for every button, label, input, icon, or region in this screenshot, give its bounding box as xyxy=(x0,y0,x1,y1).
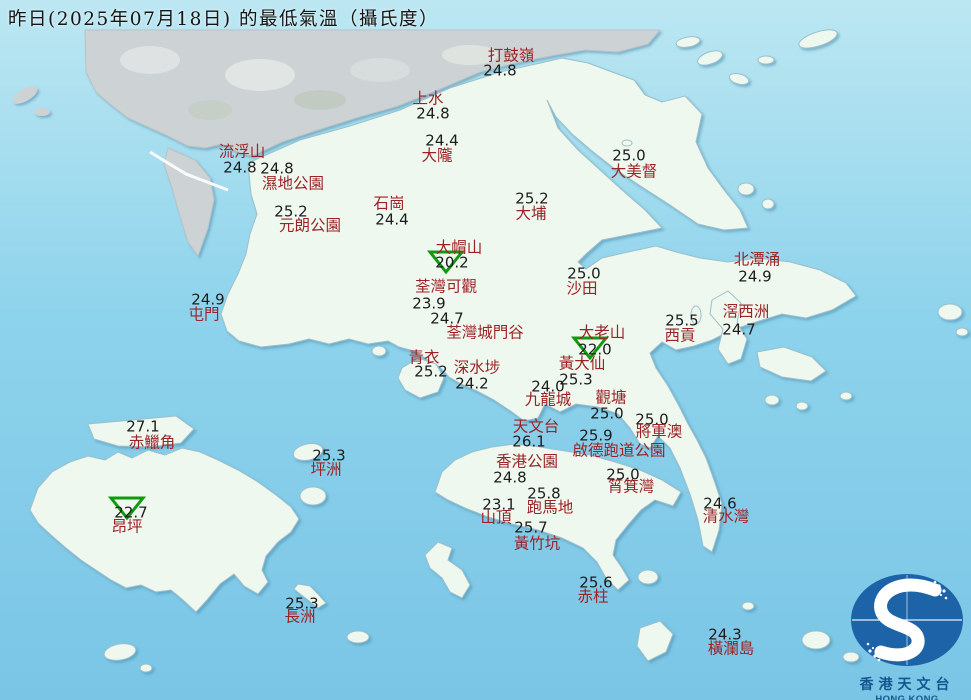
station-name-label: 赤鱲角 xyxy=(128,433,176,452)
station-name-label: 北潭涌 xyxy=(733,250,781,269)
station-value-label: 24.8 xyxy=(493,468,527,487)
station-value-label: 26.1 xyxy=(512,432,546,451)
station-value-label: 24.9 xyxy=(738,267,772,286)
station-name-label: 天文台 xyxy=(512,417,560,436)
station-value-label: 24.4 xyxy=(375,210,409,229)
station-name-label: 坪洲 xyxy=(310,460,342,479)
station-name-label: 清水灣 xyxy=(702,507,750,526)
station-name-label: 黃竹坑 xyxy=(513,534,561,553)
station-name-label: 青衣 xyxy=(408,348,440,367)
hko-logo-title-en: HONG KONG OBSERVATORY xyxy=(875,694,939,700)
hko-logo: 香港天文台 HONG KONG OBSERVATORY xyxy=(845,572,969,700)
station-value-label: 20.2 xyxy=(435,253,469,272)
station-name-label: 將軍澳 xyxy=(635,422,683,441)
hong-kong-map xyxy=(0,0,971,700)
station-value-label: 24.2 xyxy=(455,374,489,393)
hko-logo-icon xyxy=(851,574,963,666)
station-name-label: 滘西洲 xyxy=(722,302,770,321)
station-value-label: 25.0 xyxy=(612,146,646,165)
station-value-label: 25.0 xyxy=(590,404,624,423)
station-name-label: 筲箕灣 xyxy=(607,477,655,496)
station-name-label: 觀塘 xyxy=(595,388,627,407)
station-name-label: 大美督 xyxy=(610,162,658,181)
station-name-label: 山頂 xyxy=(480,508,512,527)
station-name-label: 元朗公園 xyxy=(278,216,342,235)
station-name-label: 荃灣可觀 xyxy=(414,277,478,296)
station-name-label: 大隴 xyxy=(421,146,453,165)
station-name-label: 石崗 xyxy=(373,194,405,213)
station-name-label: 濕地公園 xyxy=(261,174,325,193)
station-name-label: 橫瀾島 xyxy=(707,639,755,658)
station-value-label: 24.8 xyxy=(223,158,257,177)
station-value-label: 27.1 xyxy=(126,417,160,436)
station-value-label: 25.7 xyxy=(514,518,548,537)
station-name-label: 大帽山 xyxy=(435,238,483,257)
station-value-label: 24.8 xyxy=(416,104,450,123)
station-value-label: 24.8 xyxy=(483,61,517,80)
station-name-label: 長洲 xyxy=(284,607,316,626)
station-value-label: 25.2 xyxy=(414,362,448,381)
station-name-label: 九龍城 xyxy=(524,390,572,409)
station-name-label: 大埔 xyxy=(515,204,547,223)
map-title: 昨日(2025年07月18日) 的最低氣溫（攝氏度） xyxy=(8,9,439,30)
station-name-label: 沙田 xyxy=(566,279,598,298)
station-name-label: 流浮山 xyxy=(218,142,266,161)
station-name-label: 打鼓嶺 xyxy=(487,46,535,65)
station-name-label: 昂坪 xyxy=(111,517,143,536)
station-name-label: 上水 xyxy=(412,89,444,108)
station-value-label: 24.7 xyxy=(722,320,756,339)
station-name-label: 香港公園 xyxy=(495,452,559,471)
hko-logo-title-zh: 香港天文台 xyxy=(859,677,955,693)
station-name-label: 西貢 xyxy=(664,326,696,345)
station-name-label: 赤柱 xyxy=(577,587,609,606)
station-name-label: 屯門 xyxy=(188,305,220,324)
station-name-label: 啟德跑道公園 xyxy=(572,441,666,460)
station-name-label: 黃大仙 xyxy=(558,354,606,373)
station-name-label: 荃灣城門谷 xyxy=(446,323,524,342)
station-name-label: 深水埗 xyxy=(453,358,501,377)
station-name-label: 大老山 xyxy=(578,323,626,342)
map-canvas: 昨日(2025年07月18日) 的最低氣溫（攝氏度） 24.8 打鼓嶺 24.8 上水… xyxy=(0,0,971,700)
station-name-label: 跑馬地 xyxy=(526,498,574,517)
